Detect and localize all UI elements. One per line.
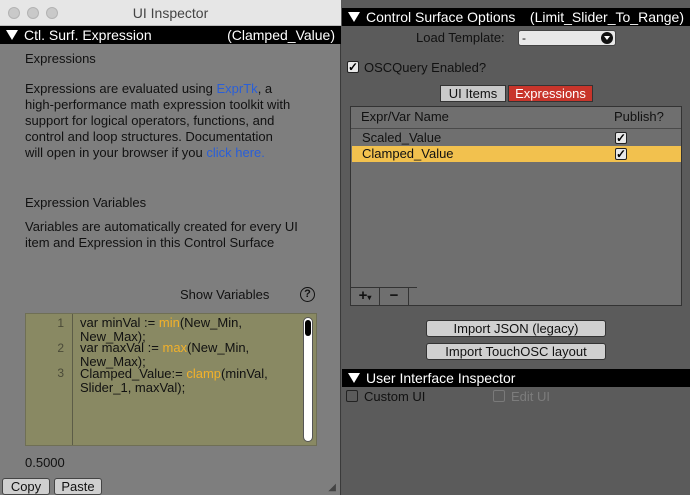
expression-header-bar[interactable]: Ctl. Surf. Expression (Clamped_Value) [0, 26, 341, 44]
control-surface-panel: Control Surface Options (Limit_Slider_To… [342, 0, 690, 495]
ui-inspector-header-title: User Interface Inspector [366, 370, 516, 386]
expressions-desc-line-5: will open in your browser if you click h… [25, 145, 265, 160]
exprtk-link[interactable]: ExprTk [217, 81, 258, 96]
publish-checkbox[interactable]: ✓ [615, 148, 627, 160]
window-title: UI Inspector [132, 5, 209, 21]
publish-checkbox[interactable]: ✓ [615, 132, 627, 144]
documentation-link[interactable]: click here. [206, 145, 265, 160]
copy-button[interactable]: Copy [2, 478, 50, 495]
line-number: 3 [57, 366, 64, 380]
expression-header-target: (Clamped_Value) [227, 27, 335, 43]
dropdown-arrow-icon [601, 32, 613, 44]
expressions-desc-line-2: high-performance math expression toolkit… [25, 97, 291, 112]
load-template-value: - [522, 31, 526, 45]
expressions-desc-line-3: support for logical operators, functions… [25, 113, 275, 128]
expression-value: 0.5000 [25, 455, 65, 470]
column-header-name: Expr/Var Name [361, 109, 449, 124]
line-number: 2 [57, 341, 64, 355]
ui-inspector-header-bar[interactable]: User Interface Inspector [342, 369, 690, 387]
load-template-label: Load Template: [416, 30, 505, 45]
list-item-name: Scaled_Value [362, 130, 442, 145]
tab-expressions[interactable]: Expressions [508, 85, 593, 102]
column-header-publish: Publish? [614, 109, 664, 124]
collapse-triangle-icon[interactable] [348, 12, 360, 22]
oscquery-label: OSCQuery Enabled? [364, 60, 487, 75]
line-number: 1 [57, 316, 64, 330]
remove-expression-button[interactable]: − [380, 288, 409, 305]
variables-desc-line-2: item and Expression in this Control Surf… [25, 235, 275, 250]
edit-ui-label: Edit UI [511, 389, 551, 404]
ui-inspector-window: UI Inspector Ctl. Surf. Expression (Clam… [0, 0, 341, 495]
help-icon[interactable]: ? [300, 287, 315, 302]
line-number-gutter: 1 2 3 [26, 314, 73, 445]
options-header-target: (Limit_Slider_To_Range) [529, 9, 684, 25]
add-expression-button[interactable]: +▾ [351, 288, 380, 305]
list-item-name: Clamped_Value [362, 146, 454, 161]
function-clamp: clamp [186, 366, 222, 381]
oscquery-checkbox[interactable]: ✓ [347, 61, 359, 73]
expressions-desc-line-1: Expressions are evaluated using ExprTk, … [25, 81, 273, 96]
collapse-triangle-icon[interactable] [6, 30, 18, 40]
tab-ui-items[interactable]: UI Items [440, 85, 506, 102]
paste-button[interactable]: Paste [54, 478, 102, 495]
resize-grip-icon[interactable]: ◢ [328, 482, 336, 493]
collapse-triangle-icon[interactable] [348, 373, 360, 383]
scrollbar-thumb[interactable] [305, 320, 311, 336]
expressions-list[interactable]: Expr/Var Name Publish? Scaled_Value ✓ Cl… [350, 106, 682, 306]
options-header-bar[interactable]: Control Surface Options (Limit_Slider_To… [342, 8, 690, 26]
edit-ui-checkbox[interactable] [493, 390, 505, 402]
function-min: min [158, 315, 180, 330]
load-template-select[interactable]: - [518, 30, 616, 46]
expression-variables-heading: Expression Variables [25, 195, 147, 210]
function-max: max [162, 340, 188, 355]
custom-ui-checkbox[interactable] [346, 390, 358, 402]
expressions-desc-line-4: control and loop structures. Documentati… [25, 129, 273, 144]
import-json-button[interactable]: Import JSON (legacy) [426, 320, 606, 337]
list-item[interactable]: Scaled_Value ✓ [352, 130, 681, 146]
editor-scrollbar[interactable] [303, 317, 313, 442]
import-touchosc-button[interactable]: Import TouchOSC layout [426, 343, 606, 360]
variables-desc-line-1: Variables are automatically created for … [25, 219, 298, 234]
expressions-heading: Expressions [25, 51, 96, 66]
show-variables-button[interactable]: Show Variables [180, 287, 269, 303]
expression-code-editor[interactable]: 1 2 3 var minVal := min(New_Min, New_Max… [25, 313, 317, 446]
expression-header-title: Ctl. Surf. Expression [24, 27, 152, 43]
options-header-title: Control Surface Options [366, 9, 516, 25]
custom-ui-label: Custom UI [364, 389, 426, 404]
list-item-selected[interactable]: Clamped_Value ✓ [352, 146, 681, 162]
window-titlebar[interactable]: UI Inspector [0, 0, 341, 26]
code-line-3-cont: Slider_1, maxVal); [80, 380, 186, 395]
list-header: Expr/Var Name Publish? [351, 107, 681, 129]
list-footer: +▾ − [351, 287, 417, 305]
